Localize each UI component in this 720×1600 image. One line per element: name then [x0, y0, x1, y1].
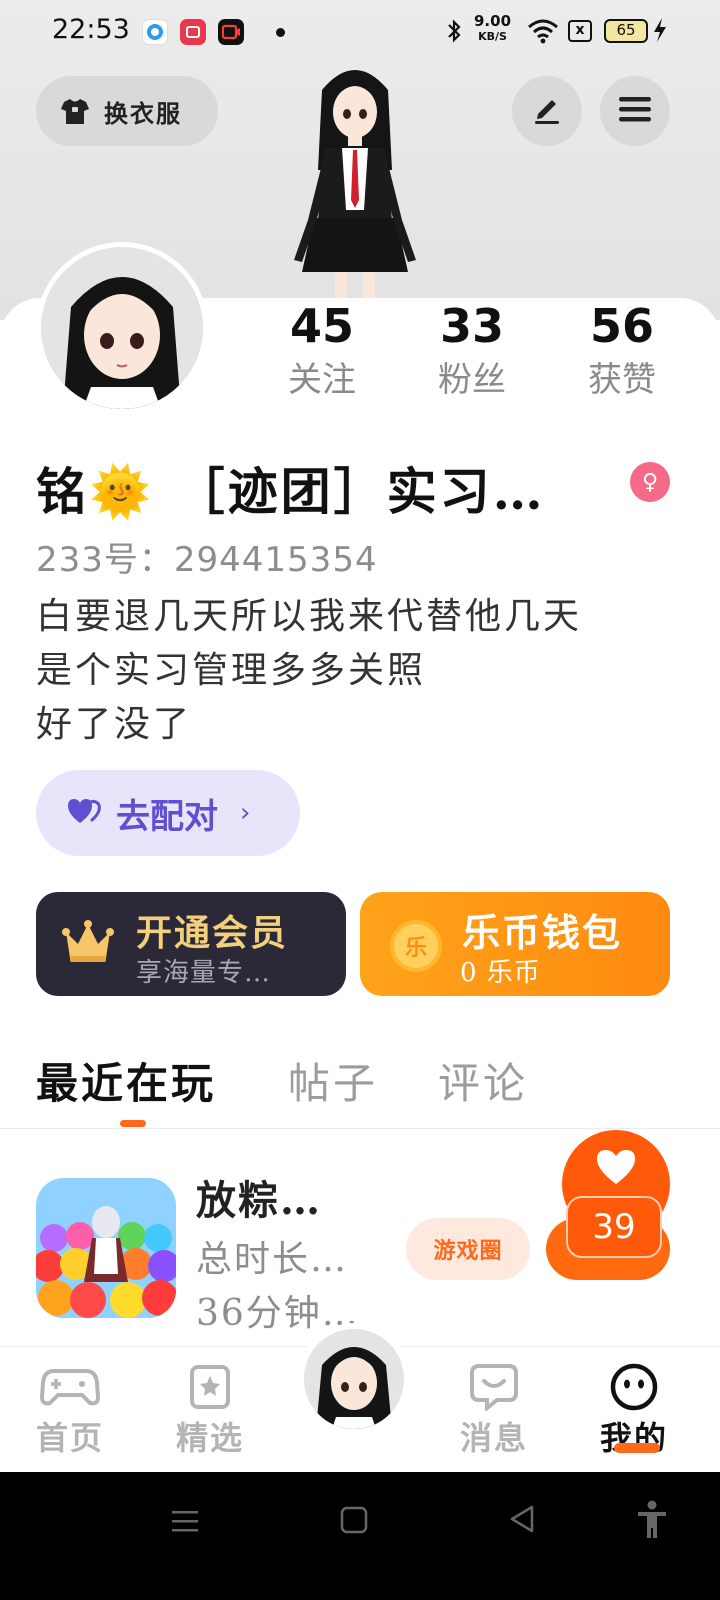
nav-messages-label: 消息 [459, 1419, 528, 1457]
nav-featured-label: 精选 [175, 1419, 244, 1457]
network-speed-unit: KB/S [478, 30, 507, 43]
likes-stat[interactable]: 56 获赞 [557, 296, 687, 402]
likes-count: 56 [589, 299, 654, 353]
menu-button[interactable] [600, 76, 670, 146]
tab-comments[interactable]: 评论 [438, 1050, 528, 1111]
recent-game-item[interactable]: 放粽… 总时长… 36分钟… 游戏圈 39 [0, 1130, 720, 1350]
clock: 22:53 [52, 14, 130, 45]
profile-avatar[interactable] [36, 242, 208, 414]
vip-subtitle: 享海量专… [136, 958, 272, 988]
profile-bio: 白要退几天所以我来代替他几天 是个实习管理多多关照 好了没了 [36, 590, 686, 752]
game-icon[interactable] [36, 1178, 176, 1318]
network-speed: 9.00 KB/S [474, 14, 511, 44]
game-name: 放粽… [196, 1177, 322, 1224]
followers-stat[interactable]: 33 粉丝 [407, 296, 537, 402]
pencil-icon [530, 92, 564, 130]
user-id[interactable]: 233号：294415354 [36, 532, 378, 581]
vip-title: 开通会员 [136, 912, 289, 954]
coin-icon: 乐 [390, 920, 442, 972]
wifi-icon [527, 18, 559, 48]
home-icon[interactable] [340, 1506, 368, 1538]
bottom-navigation: 首页 精选 消息 我的 [0, 1323, 720, 1472]
likes-label: 获赞 [588, 360, 656, 400]
nav-featured[interactable]: 精选 [160, 1363, 260, 1459]
accessibility-icon[interactable] [636, 1500, 668, 1544]
change-outfit-button[interactable]: 换衣服 [36, 76, 218, 146]
game-circle-button[interactable]: 游戏圈 [406, 1218, 530, 1280]
charging-icon [652, 17, 668, 49]
active-tab-indicator [120, 1120, 146, 1127]
wallet-balance: 0 乐币 [460, 958, 541, 988]
avatar-character-figure [270, 60, 440, 300]
tab-recently-played[interactable]: 最近在玩 [36, 1050, 216, 1111]
followers-label: 粉丝 [438, 360, 506, 400]
bio-line: 白要退几天所以我来代替他几天 [36, 596, 583, 637]
screen-record-notification-icon [180, 19, 206, 45]
system-navigation-bar [0, 1472, 720, 1600]
more-notifications-dot [276, 28, 285, 37]
nav-center-avatar[interactable] [298, 1323, 410, 1435]
smiley-face-icon [584, 1363, 684, 1411]
wallet-title: 乐币钱包 [462, 910, 623, 955]
profile-name: 铭🌞 ［迹团］实习… [36, 462, 546, 521]
followers-count: 33 [439, 299, 504, 353]
back-icon[interactable] [508, 1504, 536, 1538]
gamepad-icon [20, 1363, 120, 1411]
browser-notification-icon [142, 19, 168, 45]
bluetooth-icon [446, 18, 462, 50]
active-nav-indicator [614, 1443, 660, 1453]
bio-line: 好了没了 [36, 704, 193, 745]
female-gender-icon: ♀ [630, 462, 670, 502]
sim-icon: x [568, 20, 592, 42]
nav-home-label: 首页 [35, 1419, 104, 1457]
double-heart-icon [66, 796, 102, 830]
following-stat[interactable]: 45 关注 [257, 296, 387, 402]
like-count: 39 [566, 1196, 662, 1258]
change-outfit-label: 换衣服 [104, 99, 182, 128]
following-count: 45 [289, 299, 354, 353]
status-bar: 22:53 9.00 KB/S x 65 [0, 0, 720, 64]
crown-icon [62, 920, 114, 968]
bio-line: 是个实习管理多多关照 [36, 650, 427, 691]
go-match-button[interactable]: 去配对 › [36, 770, 300, 856]
nav-home[interactable]: 首页 [20, 1363, 120, 1459]
chat-bubble-icon [444, 1363, 544, 1411]
coin-wallet-card[interactable]: 乐 乐币钱包 0 乐币 [360, 892, 670, 996]
chevron-right-icon: › [240, 798, 251, 828]
network-speed-value: 9.00 [474, 12, 512, 30]
game-total-time: 总时长… [196, 1239, 349, 1280]
edit-profile-button[interactable] [512, 76, 582, 146]
battery-icon: 65 [604, 19, 648, 43]
recent-apps-icon[interactable] [170, 1506, 200, 1540]
following-label: 关注 [288, 360, 356, 400]
camera-notification-icon [218, 19, 244, 45]
tshirt-icon [60, 96, 90, 126]
tab-posts[interactable]: 帖子 [288, 1050, 378, 1111]
nav-messages[interactable]: 消息 [444, 1363, 544, 1459]
star-card-icon [160, 1363, 260, 1411]
hamburger-menu-icon [618, 94, 652, 128]
vip-membership-card[interactable]: 开通会员 享海量专… [36, 892, 346, 996]
go-match-label: 去配对 [116, 796, 218, 837]
tabs-divider [0, 1128, 720, 1129]
